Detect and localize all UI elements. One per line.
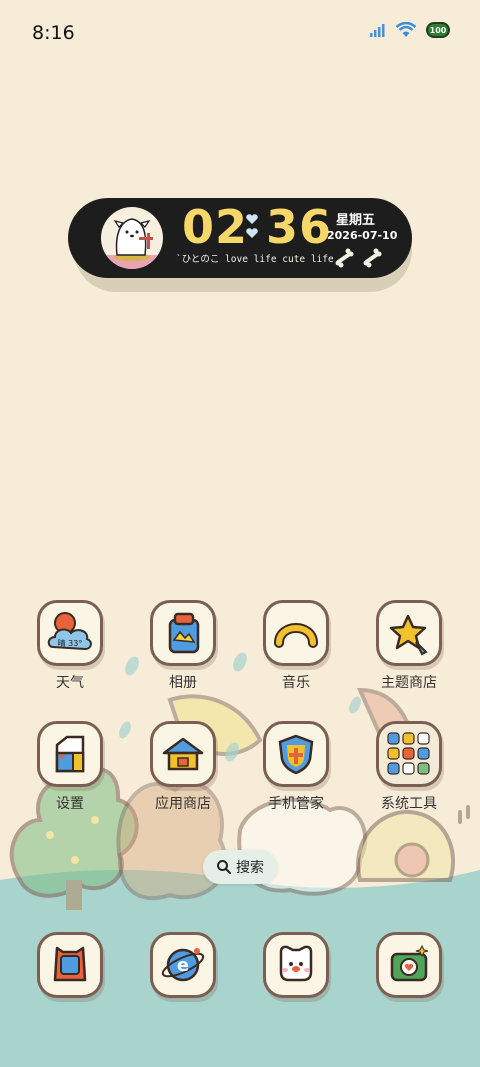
search-icon bbox=[217, 860, 231, 874]
clock-weekday: 星期五 bbox=[336, 213, 376, 228]
clock-minute: 36 bbox=[266, 200, 333, 254]
browser-icon: e bbox=[161, 948, 205, 982]
app-label: 音乐 bbox=[282, 675, 310, 691]
svg-text:e: e bbox=[177, 955, 189, 976]
app-system-tools[interactable]: 系统工具 bbox=[369, 721, 449, 813]
app-settings[interactable]: 设置 bbox=[30, 721, 110, 813]
app-label: 系统工具 bbox=[381, 796, 437, 812]
dog-avatar-icon bbox=[101, 207, 163, 269]
milk-carton-icon bbox=[55, 735, 85, 773]
app-phone-manager[interactable]: 手机管家 bbox=[256, 721, 336, 813]
status-icons: 100 bbox=[370, 22, 450, 38]
wallpaper bbox=[0, 652, 480, 1067]
search-label: 搜索 bbox=[236, 860, 264, 876]
app-label: 主题商店 bbox=[381, 675, 437, 691]
app-label: 手机管家 bbox=[268, 796, 324, 812]
camera-icon bbox=[390, 944, 429, 982]
app-label: 设置 bbox=[56, 796, 84, 812]
wifi-icon bbox=[396, 22, 416, 37]
messages-icon bbox=[279, 945, 313, 982]
clock-hour: 02 bbox=[182, 200, 249, 254]
phone-icon bbox=[53, 946, 87, 982]
dock-messages[interactable] bbox=[256, 932, 336, 998]
clock-date: 2026-07-10 bbox=[327, 229, 398, 242]
app-app-store[interactable]: 应用商店 bbox=[143, 721, 223, 813]
battery-level: 100 bbox=[429, 25, 447, 35]
app-music[interactable]: 音乐 bbox=[256, 600, 336, 692]
headphones-icon bbox=[274, 623, 318, 648]
app-theme-store[interactable]: 主题商店 bbox=[369, 600, 449, 692]
signal-icon bbox=[370, 24, 385, 37]
app-label: 应用商店 bbox=[155, 796, 211, 812]
battery-icon: 100 bbox=[426, 22, 450, 38]
dock-browser[interactable]: e bbox=[143, 932, 223, 998]
bone-icon bbox=[335, 248, 382, 268]
search-button[interactable]: 搜索 bbox=[203, 850, 277, 884]
app-label: 相册 bbox=[169, 675, 197, 691]
app-label: 天气 bbox=[56, 675, 84, 691]
gallery-icon bbox=[168, 612, 200, 654]
app-weather[interactable]: 晴 33° 天气 bbox=[30, 600, 110, 692]
folder-icon bbox=[387, 732, 430, 775]
app-gallery[interactable]: 相册 bbox=[143, 600, 223, 692]
weather-icon-text: 晴 33° bbox=[58, 638, 83, 648]
dock-phone[interactable] bbox=[30, 932, 110, 998]
shield-icon bbox=[278, 734, 314, 775]
dock-camera[interactable] bbox=[369, 932, 449, 998]
clock-tagline: `ひとのこ love life cute life bbox=[176, 254, 334, 265]
house-icon bbox=[162, 737, 204, 771]
status-time: 8:16 bbox=[32, 22, 75, 44]
weather-icon: 晴 33° bbox=[47, 612, 92, 651]
star-icon bbox=[389, 614, 428, 656]
heart-colon-icon bbox=[246, 214, 258, 238]
